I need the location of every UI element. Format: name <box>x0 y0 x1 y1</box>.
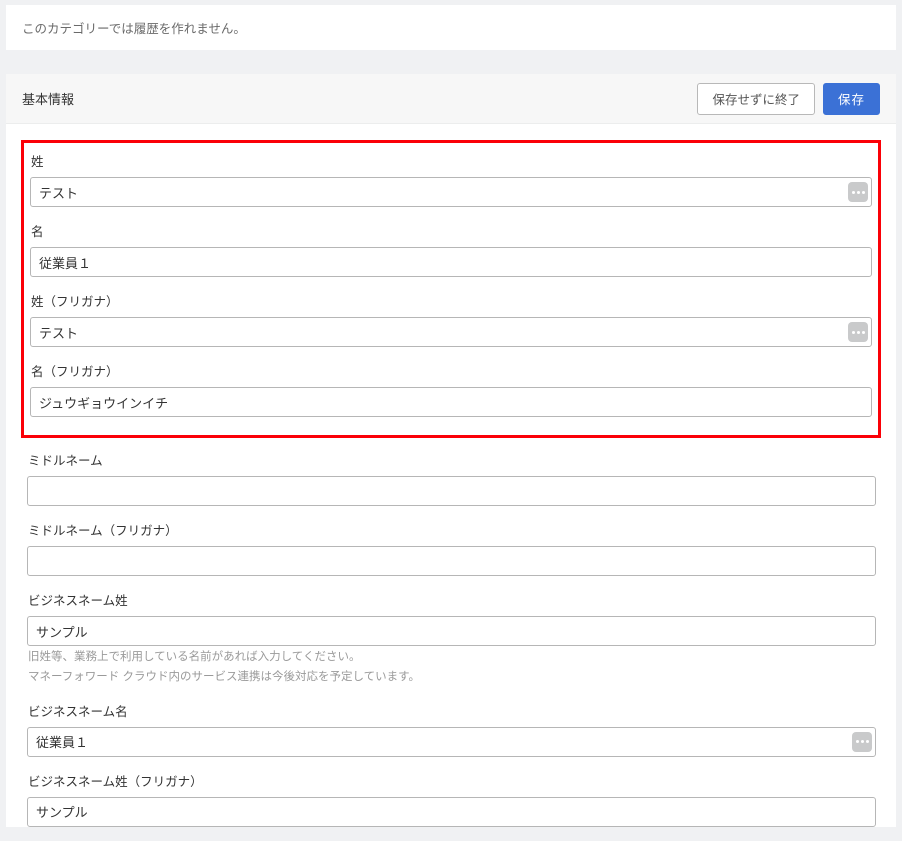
category-notice: このカテゴリーでは履歴を作れません。 <box>6 5 896 50</box>
last-name-input[interactable] <box>30 177 872 207</box>
business-last-name-kana-input[interactable] <box>27 797 876 827</box>
field-first-name-kana: 名（フリガナ） <box>30 361 872 417</box>
last-name-kana-input[interactable] <box>30 317 872 347</box>
highlight-box: 姓 名 姓（フリガナ） <box>21 140 881 438</box>
panel-title: 基本情報 <box>22 89 697 108</box>
basic-info-panel: 基本情報 保存せずに終了 保存 姓 名 <box>6 74 896 827</box>
business-last-name-label: ビジネスネーム姓 <box>27 590 876 609</box>
business-last-name-kana-label: ビジネスネーム姓（フリガナ） <box>27 771 876 790</box>
business-last-name-help2: マネーフォワード クラウド内のサービス連携は今後対応を予定しています。 <box>27 669 876 686</box>
field-middle-name-kana: ミドルネーム（フリガナ） <box>8 520 894 576</box>
field-last-name: 姓 <box>30 151 872 207</box>
panel-header: 基本情報 保存せずに終了 保存 <box>6 74 896 124</box>
exit-without-save-button[interactable]: 保存せずに終了 <box>697 83 815 115</box>
business-last-name-help1: 旧姓等、業務上で利用している名前があれば入力してください。 <box>27 649 876 666</box>
field-business-first-name: ビジネスネーム名 <box>8 701 894 757</box>
field-business-last-name-kana: ビジネスネーム姓（フリガナ） <box>8 771 894 827</box>
save-button[interactable]: 保存 <box>823 83 880 115</box>
middle-name-kana-label: ミドルネーム（フリガナ） <box>27 520 876 539</box>
first-name-kana-input[interactable] <box>30 387 872 417</box>
field-last-name-kana: 姓（フリガナ） <box>30 291 872 347</box>
middle-name-kana-input[interactable] <box>27 546 876 576</box>
middle-name-label: ミドルネーム <box>27 450 876 469</box>
more-icon[interactable] <box>852 732 872 752</box>
first-name-label: 名 <box>30 221 872 240</box>
more-icon[interactable] <box>848 182 868 202</box>
first-name-kana-label: 名（フリガナ） <box>30 361 872 380</box>
business-first-name-input[interactable] <box>27 727 876 757</box>
business-last-name-input[interactable] <box>27 616 876 646</box>
middle-name-input[interactable] <box>27 476 876 506</box>
field-first-name: 名 <box>30 221 872 277</box>
business-first-name-label: ビジネスネーム名 <box>27 701 876 720</box>
first-name-input[interactable] <box>30 247 872 277</box>
last-name-label: 姓 <box>30 151 872 170</box>
more-icon[interactable] <box>848 322 868 342</box>
panel-body: 姓 名 姓（フリガナ） <box>6 124 896 827</box>
field-middle-name: ミドルネーム <box>8 450 894 506</box>
field-business-last-name: ビジネスネーム姓 旧姓等、業務上で利用している名前があれば入力してください。 マ… <box>8 590 894 687</box>
last-name-kana-label: 姓（フリガナ） <box>30 291 872 310</box>
